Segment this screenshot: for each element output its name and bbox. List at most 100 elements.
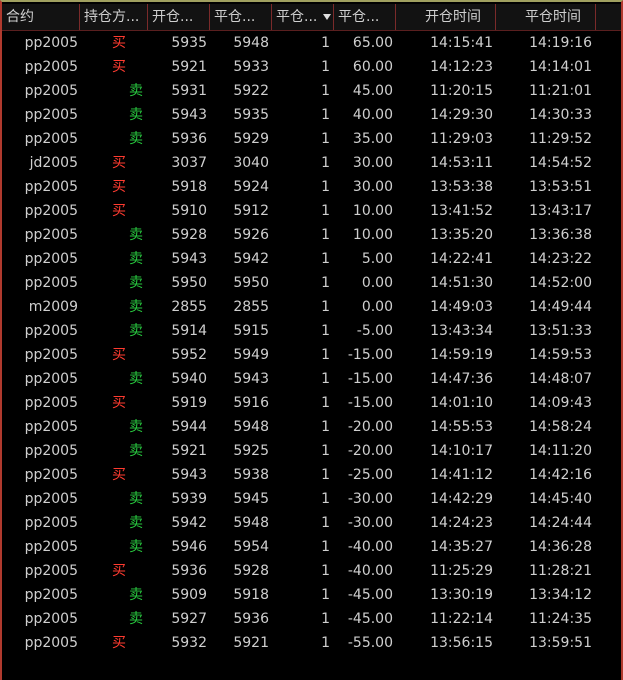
table-row[interactable]: pp2005 卖 5939 5945 1 -30.00 14:42:29 14:45:40 — [2, 487, 621, 511]
col-header-direction[interactable]: 持仓方... — [80, 4, 148, 30]
cell-close-time: 14:42:16 — [529, 467, 592, 483]
cell-pnl: 65.00 — [352, 35, 393, 51]
table-row[interactable]: pp2005 卖 5950 5950 1 0.00 14:51:30 14:52:00 — [2, 271, 621, 295]
cell-close-time: 13:51:33 — [529, 323, 592, 339]
col-header-open-price[interactable]: 开仓... — [148, 4, 210, 30]
cell-open-price: 5936 — [171, 563, 207, 579]
cell-close-price: 5950 — [233, 275, 269, 291]
table-row[interactable]: pp2005 卖 5940 5943 1 -15.00 14:47:36 14:48:07 — [2, 367, 621, 391]
cell-symbol: jd2005 — [29, 155, 78, 171]
cell-open-price: 5928 — [171, 227, 207, 243]
table-row[interactable]: pp2005 买 5918 5924 1 30.00 13:53:38 13:53:51 — [2, 175, 621, 199]
col-header-close-time[interactable]: 平仓时间 — [496, 4, 596, 30]
cell-open-time: 13:30:19 — [430, 587, 493, 603]
col-header-quantity[interactable]: 平仓... — [272, 4, 334, 30]
cell-close-price: 5924 — [233, 179, 269, 195]
table-row[interactable]: pp2005 卖 5942 5948 1 -30.00 14:24:23 14:24:44 — [2, 511, 621, 535]
cell-quantity: 1 — [321, 83, 330, 99]
cell-symbol: pp2005 — [24, 59, 78, 75]
cell-pnl: 10.00 — [352, 227, 393, 243]
cell-open-price: 5940 — [171, 371, 207, 387]
cell-close-time: 14:19:16 — [529, 35, 592, 51]
cell-open-price: 5918 — [171, 179, 207, 195]
table-row[interactable]: m2009 卖 2855 2855 1 0.00 14:49:03 14:49:44 — [2, 295, 621, 319]
cell-close-price: 5922 — [233, 83, 269, 99]
cell-close-time: 13:43:17 — [529, 203, 592, 219]
cell-quantity: 1 — [321, 131, 330, 147]
cell-close-price: 3040 — [233, 155, 269, 171]
table-row[interactable]: pp2005 买 5935 5948 1 65.00 14:15:41 14:19:16 — [2, 31, 621, 55]
cell-open-time: 11:25:29 — [430, 563, 493, 579]
table-row[interactable]: pp2005 卖 5936 5929 1 35.00 11:29:03 11:29:52 — [2, 127, 621, 151]
cell-pnl: -55.00 — [347, 635, 393, 651]
cell-quantity: 1 — [321, 275, 330, 291]
cell-pnl: -40.00 — [347, 563, 393, 579]
cell-pnl: 0.00 — [361, 275, 393, 291]
table-row[interactable]: pp2005 卖 5928 5926 1 10.00 13:35:20 13:36:38 — [2, 223, 621, 247]
cell-symbol: pp2005 — [24, 635, 78, 651]
cell-open-time: 14:47:36 — [430, 371, 493, 387]
cell-pnl: 0.00 — [361, 299, 393, 315]
col-header-pnl[interactable]: 平仓... — [334, 4, 396, 30]
sort-descending-icon — [323, 14, 331, 20]
table-row[interactable]: pp2005 买 5910 5912 1 10.00 13:41:52 13:43:17 — [2, 199, 621, 223]
cell-pnl: 40.00 — [352, 107, 393, 123]
cell-symbol: pp2005 — [24, 227, 78, 243]
cell-pnl: -20.00 — [347, 419, 393, 435]
cell-symbol: pp2005 — [24, 587, 78, 603]
cell-quantity: 1 — [321, 491, 330, 507]
cell-open-price: 5939 — [171, 491, 207, 507]
cell-open-price: 5943 — [171, 107, 207, 123]
cell-quantity: 1 — [321, 203, 330, 219]
cell-close-time: 14:58:24 — [529, 419, 592, 435]
cell-quantity: 1 — [321, 35, 330, 51]
cell-open-price: 5919 — [171, 395, 207, 411]
cell-pnl: -40.00 — [347, 539, 393, 555]
table-row[interactable]: pp2005 卖 5943 5935 1 40.00 14:29:30 14:30:33 — [2, 103, 621, 127]
table-row[interactable]: pp2005 买 5919 5916 1 -15.00 14:01:10 14:09:43 — [2, 391, 621, 415]
table-row[interactable]: pp2005 卖 5921 5925 1 -20.00 14:10:17 14:11:20 — [2, 439, 621, 463]
cell-quantity: 1 — [321, 227, 330, 243]
cell-open-time: 13:35:20 — [430, 227, 493, 243]
cell-quantity: 1 — [321, 323, 330, 339]
table-row[interactable]: pp2005 卖 5943 5942 1 5.00 14:22:41 14:23:22 — [2, 247, 621, 271]
table-row[interactable]: pp2005 卖 5909 5918 1 -45.00 13:30:19 13:34:12 — [2, 583, 621, 607]
col-header-close-price[interactable]: 平仓... — [210, 4, 272, 30]
cell-pnl: -15.00 — [347, 347, 393, 363]
cell-close-time: 14:52:00 — [529, 275, 592, 291]
cell-quantity: 1 — [321, 395, 330, 411]
cell-open-time: 14:01:10 — [430, 395, 493, 411]
table-header: 合约 持仓方... 开仓... 平仓... 平仓... 平仓... 开仓时间 平… — [2, 4, 621, 31]
cell-close-price: 5948 — [233, 419, 269, 435]
cell-quantity: 1 — [321, 443, 330, 459]
cell-open-time: 14:22:41 — [430, 251, 493, 267]
table-row[interactable]: jd2005 买 3037 3040 1 30.00 14:53:11 14:54:52 — [2, 151, 621, 175]
table-row[interactable]: pp2005 卖 5927 5936 1 -45.00 11:22:14 11:24:35 — [2, 607, 621, 631]
cell-open-time: 14:53:11 — [430, 155, 493, 171]
table-row[interactable]: pp2005 卖 5944 5948 1 -20.00 14:55:53 14:58:24 — [2, 415, 621, 439]
col-header-symbol[interactable]: 合约 — [2, 4, 80, 30]
cell-pnl: 5.00 — [361, 251, 393, 267]
table-row[interactable]: pp2005 买 5936 5928 1 -40.00 11:25:29 11:28:21 — [2, 559, 621, 583]
cell-open-price: 5927 — [171, 611, 207, 627]
cell-close-time: 14:30:33 — [529, 107, 592, 123]
table-row[interactable]: pp2005 买 5952 5949 1 -15.00 14:59:19 14:59:53 — [2, 343, 621, 367]
cell-close-time: 11:21:01 — [529, 83, 592, 99]
cell-close-price: 2855 — [233, 299, 269, 315]
cell-quantity: 1 — [321, 635, 330, 651]
col-header-open-time[interactable]: 开仓时间 — [396, 4, 496, 30]
cell-close-price: 5945 — [233, 491, 269, 507]
table-row[interactable]: pp2005 买 5943 5938 1 -25.00 14:41:12 14:42:16 — [2, 463, 621, 487]
table-row[interactable]: pp2005 卖 5914 5915 1 -5.00 13:43:34 13:51:33 — [2, 319, 621, 343]
cell-open-time: 14:51:30 — [430, 275, 493, 291]
cell-open-time: 13:53:38 — [430, 179, 493, 195]
cell-quantity: 1 — [321, 155, 330, 171]
table-row[interactable]: pp2005 卖 5946 5954 1 -40.00 14:35:27 14:36:28 — [2, 535, 621, 559]
cell-close-price: 5942 — [233, 251, 269, 267]
cell-symbol: pp2005 — [24, 131, 78, 147]
cell-symbol: pp2005 — [24, 419, 78, 435]
table-row[interactable]: pp2005 卖 5931 5922 1 45.00 11:20:15 11:21:01 — [2, 79, 621, 103]
table-row[interactable]: pp2005 买 5932 5921 1 -55.00 13:56:15 13:59:51 — [2, 631, 621, 655]
table-row[interactable]: pp2005 买 5921 5933 1 60.00 14:12:23 14:14:01 — [2, 55, 621, 79]
cell-open-price: 5943 — [171, 467, 207, 483]
